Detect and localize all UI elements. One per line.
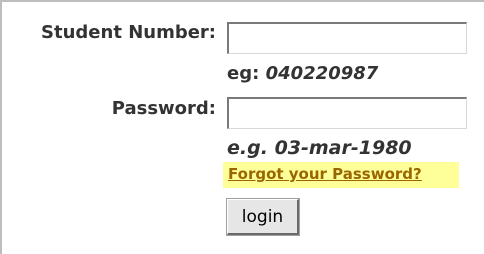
- student-number-hint-prefix: eg:: [227, 63, 260, 84]
- frame-left-border: [0, 0, 2, 254]
- frame-top-border: [0, 0, 484, 2]
- password-label: Password:: [111, 98, 216, 119]
- password-input[interactable]: [227, 97, 467, 129]
- login-button[interactable]: login: [226, 198, 300, 236]
- student-number-hint: eg: 040220987: [227, 63, 378, 84]
- student-number-input[interactable]: [227, 22, 467, 54]
- forgot-password-link[interactable]: Forgot your Password?: [228, 165, 422, 183]
- password-hint-example: 03-mar-1980: [274, 137, 412, 159]
- password-hint-prefix: e.g.: [227, 137, 268, 159]
- student-number-hint-example: 040220987: [265, 63, 379, 84]
- student-number-label: Student Number:: [41, 22, 216, 43]
- password-hint: e.g. 03-mar-1980: [227, 137, 412, 159]
